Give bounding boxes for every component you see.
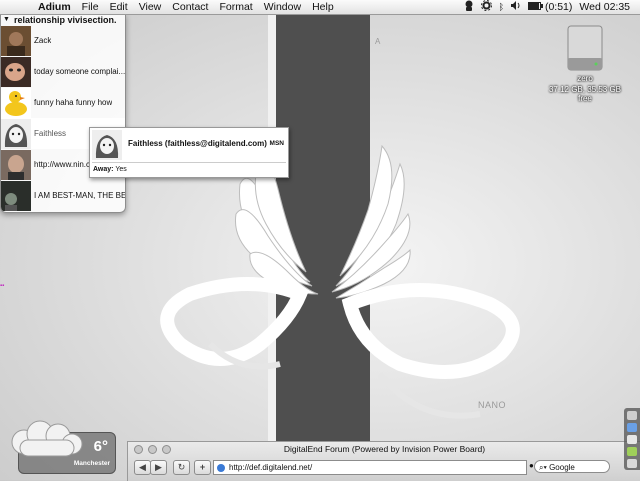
tooltip-divider xyxy=(92,162,286,163)
group-title: relationship vivisection. xyxy=(13,14,117,25)
dock-trash-icon[interactable] xyxy=(627,459,637,468)
battery-status[interactable]: (0:51) xyxy=(528,1,572,13)
menu-help[interactable]: Help xyxy=(312,1,334,13)
disclosure-triangle-icon[interactable]: ▼ xyxy=(3,16,10,23)
volume-icon[interactable] xyxy=(511,1,521,13)
search-field[interactable]: ⌕▾ Google xyxy=(534,460,610,473)
browser-toolbar: ◀ ▶ ↻ + http://def.digitalend.net/ ● ⌕▾ … xyxy=(128,456,640,478)
contact-name: today someone complai... xyxy=(34,67,125,76)
menu-bar: Adium File Edit View Contact Format Wind… xyxy=(0,0,640,15)
add-bookmark-button[interactable]: + xyxy=(194,460,211,475)
dock-adium-icon[interactable] xyxy=(627,447,637,456)
contact-info-tooltip: Faithless (faithless@digitalend.com) MSN… xyxy=(89,127,289,178)
tooltip-service: MSN xyxy=(269,140,284,147)
bluetooth-icon[interactable]: ᛒ xyxy=(499,2,504,12)
menu-edit[interactable]: Edit xyxy=(110,1,128,13)
menu-extras: ᛒ (0:51) Wed 02:35 xyxy=(464,0,630,14)
tooltip-contact-name: Faithless (faithless@digitalend.com) xyxy=(128,139,267,148)
address-text: http://def.digitalend.net/ xyxy=(229,463,313,472)
contact-name: Faithless xyxy=(34,129,67,138)
avatar xyxy=(1,56,31,87)
side-dock xyxy=(624,408,640,470)
wallpaper-tag: ▪▪ xyxy=(0,283,5,289)
contact-row[interactable]: I AM BEST-MAN, THE BE... xyxy=(1,180,125,211)
browser-window-title: DigitalEnd Forum (Powered by Invision Po… xyxy=(283,444,486,454)
clock[interactable]: Wed 02:35 xyxy=(579,1,630,13)
battery-time: (0:51) xyxy=(544,1,573,13)
back-button[interactable]: ◀ xyxy=(134,460,151,475)
gear-icon[interactable] xyxy=(480,0,492,14)
hard-drive-icon xyxy=(565,24,605,72)
avatar xyxy=(1,25,31,56)
battery-icon xyxy=(528,2,544,10)
tooltip-avatar xyxy=(92,130,122,160)
contact-name: http://www.nin.c xyxy=(34,160,91,169)
menu-format[interactable]: Format xyxy=(219,1,252,13)
wallpaper-text-nano: NANO xyxy=(478,400,507,410)
away-value: Yes xyxy=(115,166,127,173)
hard-drive-desktop-icon[interactable]: zero 37.12 GB, 35.53 GB free xyxy=(545,24,625,103)
contact-group-header[interactable]: ▼ relationship vivisection. xyxy=(1,14,125,25)
wallpaper-text-top: A xyxy=(375,37,381,46)
weather-temperature: 6° xyxy=(93,438,108,455)
contact-row[interactable]: funny haha funny how xyxy=(1,87,125,118)
drive-name: zero xyxy=(577,74,593,83)
menu-app-adium[interactable]: Adium xyxy=(38,1,71,13)
avatar xyxy=(1,118,31,149)
drive-info: 37.12 GB, 35.53 GB free xyxy=(548,85,622,103)
contact-name: I AM BEST-MAN, THE BE... xyxy=(34,191,125,200)
dock-safari-icon[interactable] xyxy=(627,423,637,432)
address-bar[interactable]: http://def.digitalend.net/ xyxy=(213,460,527,475)
avatar xyxy=(1,180,31,211)
away-label: Away: xyxy=(93,166,114,173)
contact-name: funny haha funny how xyxy=(34,98,113,107)
menu-contact[interactable]: Contact xyxy=(172,1,208,13)
browser-window: DigitalEnd Forum (Powered by Invision Po… xyxy=(127,441,640,481)
avatar xyxy=(1,149,31,180)
tooltip-away-status: Away: Yes xyxy=(93,166,127,173)
forward-button[interactable]: ▶ xyxy=(150,460,167,475)
duck-avatar xyxy=(1,87,31,118)
dock-finder-icon[interactable] xyxy=(627,411,637,420)
contact-name: Zack xyxy=(34,36,52,45)
browser-titlebar[interactable]: DigitalEnd Forum (Powered by Invision Po… xyxy=(128,442,640,456)
weather-city: Manchester xyxy=(73,460,110,467)
contact-row[interactable]: Zack xyxy=(1,25,125,56)
search-icon: ⌕▾ xyxy=(539,463,547,472)
menu-view[interactable]: View xyxy=(139,1,162,13)
globe-icon xyxy=(217,463,225,472)
reload-button[interactable]: ↻ xyxy=(173,460,190,475)
contact-row[interactable]: today someone complai... xyxy=(1,56,125,87)
adium-duck-icon[interactable] xyxy=(464,0,474,14)
menu-window[interactable]: Window xyxy=(264,1,301,13)
contact-list-window: ▼ relationship vivisection. Zack today s… xyxy=(0,14,126,213)
menu-file[interactable]: File xyxy=(82,1,99,13)
dock-app-icon[interactable] xyxy=(627,435,637,444)
search-engine-label: Google xyxy=(549,463,575,472)
weather-widget[interactable]: 6° Manchester xyxy=(4,418,116,474)
